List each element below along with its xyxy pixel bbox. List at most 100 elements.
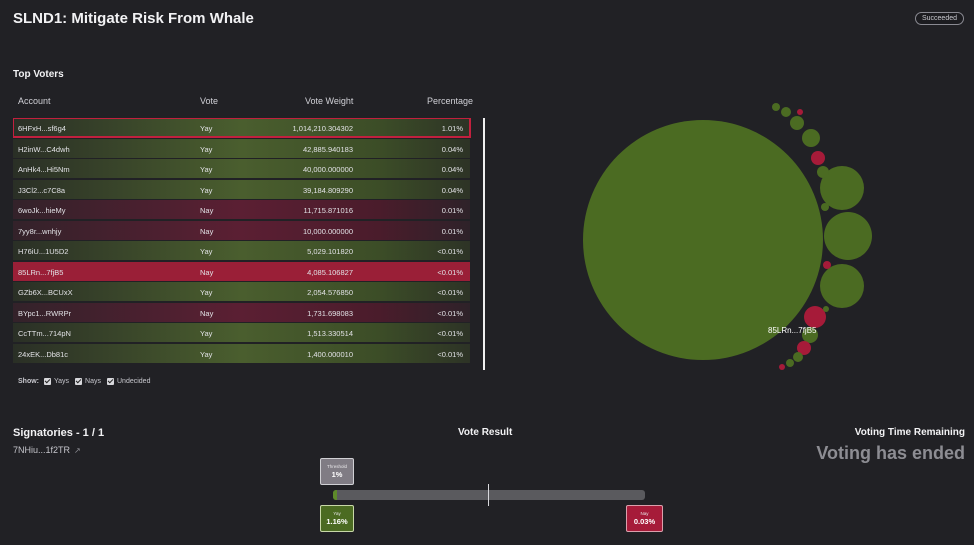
voter-bubble[interactable]	[793, 352, 803, 362]
filter-undecided-checkbox[interactable]: Undecided	[107, 378, 150, 385]
column-header-vote[interactable]: Vote	[200, 96, 218, 106]
vote-weight-cell: 39,184.809290	[302, 185, 353, 195]
vote-cell: Yay	[200, 185, 213, 195]
account-cell: 6woJk...hieMy	[18, 206, 66, 215]
account-cell: H2inW...C4dwh	[18, 144, 70, 154]
checkbox-checked-icon[interactable]	[44, 378, 51, 385]
external-link-icon[interactable]: ↗	[74, 446, 81, 455]
vote-cell: Nay	[200, 206, 214, 215]
vote-cell: Yay	[200, 124, 213, 133]
voter-bubble[interactable]	[823, 261, 831, 269]
vote-weight-cell: 11,715.871016	[303, 206, 354, 215]
proposal-title: SLND1: Mitigate Risk From Whale	[13, 10, 254, 27]
show-filter: Show: Yays Nays Undecided	[18, 378, 156, 385]
table-row[interactable]: AnHk4...Hi5Nm Yay 40,000.000000 0.04%	[13, 159, 470, 178]
percentage-cell: <0.01%	[437, 267, 463, 277]
vote-cell: Yay	[200, 144, 213, 154]
vote-result-title: Vote Result	[458, 427, 513, 438]
vote-cell: Nay	[200, 308, 214, 318]
voter-bubble[interactable]	[820, 264, 864, 308]
filter-nays-checkbox[interactable]: Nays	[75, 378, 101, 385]
percentage-cell: 1.01%	[441, 124, 463, 133]
voter-bubble[interactable]	[786, 359, 794, 367]
threshold-marker	[488, 484, 489, 506]
threshold-label: Threshold	[326, 464, 347, 469]
voter-bubble[interactable]	[823, 306, 829, 312]
status-badge: Succeeded	[914, 12, 964, 25]
bubble-hover-label: 85LRn...7fjB5	[768, 326, 817, 335]
column-header-vote-weight[interactable]: Vote Weight	[305, 96, 353, 106]
table-row[interactable]: J3Cl2...c7C8a Yay 39,184.809290 0.04%	[13, 179, 470, 199]
signatory-address-text[interactable]: 7NHiu...1f2TR	[13, 445, 70, 455]
bubble-group[interactable]	[583, 103, 872, 370]
voter-bubble[interactable]	[583, 120, 823, 360]
account-cell: BYpc1...RWRPr	[18, 308, 72, 318]
account-cell: GZb6X...BCUxX	[18, 288, 73, 297]
table-row[interactable]: 85LRn...7fjB5 Nay 4,085.106827 <0.01%	[13, 261, 470, 281]
column-header-account[interactable]: Account	[18, 96, 51, 106]
scroll-down-icon[interactable]: ▼	[483, 359, 485, 370]
account-cell: 85LRn...7fjB5	[18, 267, 64, 277]
account-cell: AnHk4...Hi5Nm	[18, 165, 70, 174]
percentage-cell: <0.01%	[437, 308, 463, 318]
voter-bubble[interactable]	[804, 306, 826, 328]
signatory-address[interactable]: 7NHiu...1f2TR ↗	[13, 445, 81, 455]
percentage-cell: <0.01%	[437, 288, 463, 297]
vote-cell: Yay	[200, 165, 213, 174]
voter-bubble-chart[interactable]: 85LRn...7fjB5	[560, 95, 974, 385]
vote-weight-cell: 1,731.698083	[307, 308, 353, 318]
vote-weight-cell: 1,014,210.304302	[292, 124, 353, 133]
vote-weight-cell: 5,029.101820	[307, 247, 353, 256]
vote-cell: Yay	[200, 329, 213, 338]
table-row[interactable]: CcTTm...714pN Yay 1,513.330514 <0.01%	[13, 323, 470, 342]
vote-cell: Yay	[200, 349, 213, 359]
checkbox-checked-icon[interactable]	[75, 378, 83, 385]
table-row[interactable]: H76iU...1U5D2 Yay 5,029.101820 <0.01%	[13, 241, 470, 260]
account-cell: 24xEK...Db81c	[18, 349, 69, 359]
table-row[interactable]: 24xEK...Db81c Yay 1,400.000010 <0.01%	[13, 343, 470, 363]
voter-bubble[interactable]	[797, 109, 803, 115]
table-row[interactable]: BYpc1...RWRPr Nay 1,731.698083 <0.01%	[13, 302, 470, 322]
checkbox-checked-icon[interactable]	[107, 378, 114, 385]
yay-value: 1.16%	[326, 517, 348, 526]
vote-weight-cell: 1,400.000010	[307, 349, 353, 359]
voter-bubble[interactable]	[772, 103, 780, 111]
table-row[interactable]: 6HFxH...sf6g4 Yay 1,014,210.304302 1.01%	[13, 118, 471, 138]
scroll-up-icon[interactable]: ▲	[483, 118, 485, 129]
account-cell: 6HFxH...sf6g4	[18, 124, 66, 133]
yay-result-tag: Yay 1.16%	[320, 505, 354, 532]
vote-weight-cell: 42,885.940183	[302, 144, 353, 154]
voter-bubble[interactable]	[779, 364, 785, 370]
voter-bubble[interactable]	[817, 166, 829, 178]
voters-table-body: 6HFxH...sf6g4 Yay 1,014,210.304302 1.01% H2i…	[13, 118, 485, 370]
voter-bubble[interactable]	[802, 129, 820, 147]
vote-cell: Nay	[200, 267, 214, 277]
table-row[interactable]: GZb6X...BCUxX Yay 2,054.576850 <0.01%	[13, 282, 470, 301]
percentage-cell: 0.04%	[441, 185, 463, 195]
voter-bubble[interactable]	[811, 151, 825, 165]
voting-time-value: Voting has ended	[816, 443, 965, 463]
column-header-percentage[interactable]: Percentage	[427, 96, 473, 106]
signatories-title: Signatories - 1 / 1	[13, 427, 105, 439]
threshold-value: 1%	[331, 470, 343, 479]
vote-weight-cell: 2,054.576850	[307, 288, 353, 297]
table-row[interactable]: 6woJk...hieMy Nay 11,715.871016 0.01%	[13, 200, 470, 219]
account-cell: H76iU...1U5D2	[18, 247, 69, 256]
voter-bubble[interactable]	[790, 116, 804, 130]
table-row[interactable]: 7yy8r...wnhjy Nay 10,000.000000 0.01%	[13, 220, 470, 240]
nay-label: Nay	[640, 511, 649, 516]
account-cell: CcTTm...714pN	[18, 329, 71, 338]
voter-bubble[interactable]	[821, 203, 829, 211]
table-scrollbar[interactable]: ▲ ▼	[483, 118, 485, 370]
vote-weight-cell: 1,513.330514	[307, 329, 353, 338]
percentage-cell: <0.01%	[437, 329, 463, 338]
filter-yays-checkbox[interactable]: Yays	[44, 378, 69, 385]
percentage-cell: 0.01%	[441, 206, 463, 215]
table-row[interactable]: H2inW...C4dwh Yay 42,885.940183 0.04%	[13, 138, 470, 158]
voter-bubble[interactable]	[824, 212, 872, 260]
top-voters-title: Top Voters	[13, 69, 64, 80]
voters-table-header: Account Vote Vote Weight Percentage	[13, 96, 483, 110]
vote-cell: Nay	[200, 226, 214, 236]
vote-result-yay-fill	[333, 490, 337, 500]
voter-bubble[interactable]	[781, 107, 791, 117]
